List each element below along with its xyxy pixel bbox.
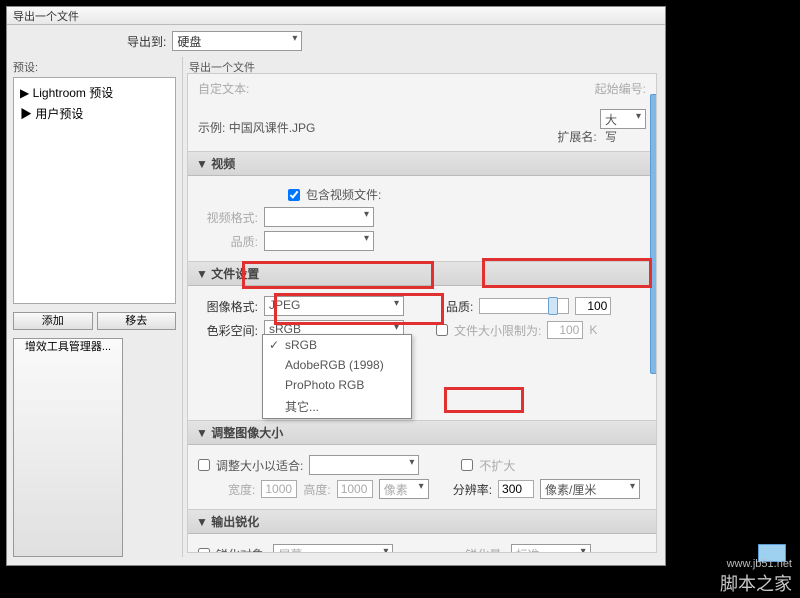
dialog-body: 预设: ▶ Lightroom 预设 ▶ 用户预设 添加 移去 增效工具管理器.… <box>7 57 665 557</box>
left-column: 预设: ▶ Lightroom 预设 ▶ 用户预设 添加 移去 增效工具管理器.… <box>7 57 183 557</box>
dropdown-option[interactable]: sRGB <box>263 335 411 355</box>
ext-case: 扩展名: 大写 <box>557 109 646 145</box>
scrollbar[interactable] <box>650 94 657 374</box>
no-enlarge-label: 不扩大 <box>479 457 515 474</box>
window-titlebar: 导出一个文件 <box>7 7 665 25</box>
section-video-head[interactable]: ▼ 视频 <box>188 151 656 176</box>
watermark-url: www.jb51.net <box>720 558 792 570</box>
section-sharpening-body: 锐化对象: 屏幕 锐化量: 标准 <box>188 534 656 553</box>
sharpen-for-label: 锐化对象: <box>216 546 267 554</box>
preset-buttons: 添加 移去 <box>7 308 182 334</box>
resolution-input[interactable] <box>498 480 534 498</box>
watermark: www.jb51.net 脚本之家 <box>720 558 792 596</box>
sharpen-amount-label: 锐化量: <box>465 546 504 554</box>
watermark-text: 脚本之家 <box>720 574 792 594</box>
limit-size-label: 文件大小限制为: <box>454 322 541 339</box>
add-button[interactable]: 添加 <box>13 312 93 330</box>
export-to-row: 导出到: 硬盘 <box>7 25 665 57</box>
dropdown-option[interactable]: 其它... <box>263 395 411 418</box>
color-space-dropdown[interactable]: sRGB AdobeRGB (1998) ProPhoto RGB 其它... <box>262 334 412 419</box>
ext-case-select[interactable]: 大写 <box>600 109 646 129</box>
resize-type-select <box>309 455 419 475</box>
quality-slider[interactable] <box>479 298 569 314</box>
slider-thumb[interactable] <box>548 297 558 315</box>
width-input <box>261 480 297 498</box>
color-space-label: 色彩空间: <box>198 322 258 339</box>
settings-scrollpane[interactable]: 自定文本: 起始编号: 示例: 中国风课件.JPG 扩展名: 大写 ▼ 视频 包… <box>187 73 657 553</box>
section-sharpening-head[interactable]: ▼ 输出锐化 <box>188 509 656 534</box>
sharpen-for-select: 屏幕 <box>273 544 393 553</box>
section-file-settings-head[interactable]: ▼ 文件设置 <box>188 261 656 286</box>
preset-list[interactable]: ▶ Lightroom 预设 ▶ 用户预设 <box>13 77 176 304</box>
video-format-select <box>264 207 374 227</box>
limit-size-unit: K <box>589 323 597 337</box>
plugin-manager-button[interactable]: 增效工具管理器... <box>13 338 123 557</box>
video-quality-label: 品质: <box>198 233 258 250</box>
presets-label: 预设: <box>7 57 182 77</box>
dropdown-option[interactable]: AdobeRGB (1998) <box>263 355 411 375</box>
no-enlarge-checkbox[interactable] <box>461 459 473 471</box>
section-video-body: 包含视频文件: 视频格式: 品质: <box>188 176 656 261</box>
section-file-settings-body: 图像格式: JPEG 品质: 色彩空间: sRGB 文件大小限制为: <box>188 286 656 420</box>
limit-size-checkbox[interactable] <box>436 324 448 336</box>
naming-row: 自定文本: 起始编号: <box>188 74 656 103</box>
window-title: 导出一个文件 <box>13 11 79 23</box>
section-image-sizing-body: 调整大小以适合: 不扩大 宽度: 高度: 像素 分辨率: <box>188 445 656 509</box>
section-image-sizing-head[interactable]: ▼ 调整图像大小 <box>188 420 656 445</box>
right-column: 导出一个文件 自定文本: 起始编号: 示例: 中国风课件.JPG 扩展名: 大写… <box>183 57 665 557</box>
sharpen-checkbox[interactable] <box>198 548 210 553</box>
example-row: 示例: 中国风课件.JPG 扩展名: 大写 <box>188 103 656 151</box>
width-label: 宽度: <box>228 481 255 498</box>
include-video-label: 包含视频文件: <box>306 186 381 203</box>
size-unit-select: 像素 <box>379 479 429 499</box>
export-dialog: 导出一个文件 导出到: 硬盘 预设: ▶ Lightroom 预设 ▶ 用户预设… <box>6 6 666 566</box>
height-label: 高度: <box>303 481 330 498</box>
quality-label: 品质: <box>446 298 473 315</box>
resize-label: 调整大小以适合: <box>216 457 303 474</box>
preset-item[interactable]: ▶ 用户预设 <box>16 103 173 124</box>
limit-size-input <box>547 321 583 339</box>
example-text: 示例: 中国风课件.JPG <box>198 119 315 136</box>
sharpen-amount-select: 标准 <box>511 544 591 553</box>
preset-item[interactable]: ▶ Lightroom 预设 <box>16 82 173 103</box>
video-quality-select <box>264 231 374 251</box>
quality-input[interactable] <box>575 297 611 315</box>
resolution-label: 分辨率: <box>453 481 492 498</box>
resize-checkbox[interactable] <box>198 459 210 471</box>
height-input <box>337 480 373 498</box>
video-format-label: 视频格式: <box>198 209 258 226</box>
start-number-label: 起始编号: <box>595 80 646 97</box>
dropdown-option[interactable]: ProPhoto RGB <box>263 375 411 395</box>
include-video-checkbox[interactable] <box>288 189 300 201</box>
image-format-select[interactable]: JPEG <box>264 296 404 316</box>
export-to-select[interactable]: 硬盘 <box>172 31 302 51</box>
remove-button[interactable]: 移去 <box>97 312 177 330</box>
export-to-label: 导出到: <box>127 33 166 50</box>
resolution-unit-select[interactable]: 像素/厘米 <box>540 479 640 499</box>
image-format-label: 图像格式: <box>198 298 258 315</box>
custom-text-label: 自定文本: <box>198 80 249 97</box>
